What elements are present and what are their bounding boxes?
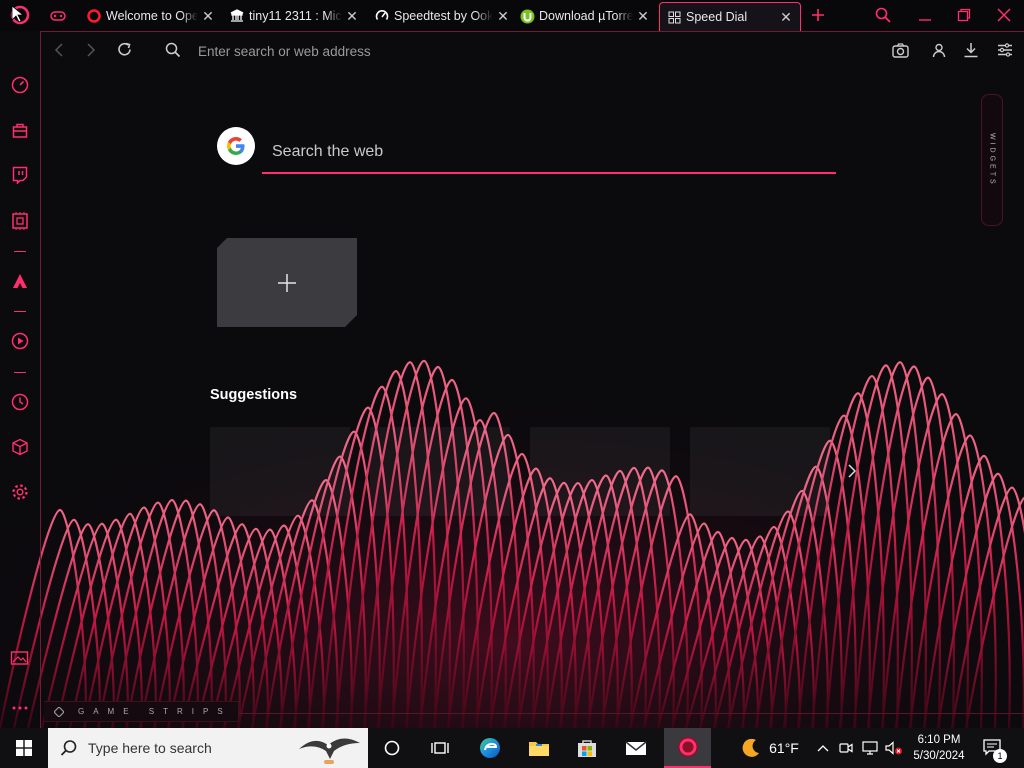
address-bar bbox=[40, 31, 1024, 69]
widgets-toggle[interactable]: WIDGETS bbox=[981, 94, 1003, 226]
game-strips-line bbox=[239, 713, 1024, 714]
weather-moon-icon bbox=[736, 728, 766, 768]
sidebar-separator bbox=[14, 311, 26, 312]
download-icon[interactable] bbox=[961, 40, 981, 60]
search-icon bbox=[163, 40, 183, 60]
archive-icon bbox=[229, 8, 245, 24]
more-icon[interactable] bbox=[9, 697, 31, 719]
close-window-icon[interactable] bbox=[990, 4, 1018, 26]
aria-icon[interactable] bbox=[9, 270, 31, 292]
reload-icon[interactable] bbox=[115, 40, 135, 60]
widgets-taskbar-icon[interactable] bbox=[420, 728, 460, 768]
clock-date: 5/30/2024 bbox=[913, 750, 965, 762]
tab-speed-dial[interactable]: Speed Dial ✕ bbox=[659, 2, 801, 31]
gamepad-icon bbox=[50, 8, 66, 24]
twitch-icon[interactable] bbox=[9, 164, 31, 186]
game-strips-icon bbox=[54, 706, 64, 717]
minimize-icon[interactable] bbox=[911, 4, 939, 26]
game-strips-toggle[interactable]: GAME STRIPS bbox=[44, 701, 239, 722]
restore-icon[interactable] bbox=[950, 4, 978, 26]
taskbar-search-input[interactable] bbox=[88, 740, 288, 756]
search-highlight-bird-icon bbox=[299, 738, 360, 764]
tab-welcome[interactable]: Welcome to Opera GX ✕ bbox=[86, 3, 216, 29]
new-tab-button[interactable] bbox=[804, 4, 832, 26]
speed-dial-icon bbox=[666, 9, 682, 25]
suggestions-next-icon[interactable] bbox=[843, 462, 861, 480]
microsoft-store-icon[interactable] bbox=[566, 728, 608, 768]
sidebar-separator bbox=[14, 251, 26, 252]
utorrent-icon bbox=[519, 8, 535, 24]
wallpaper-icon[interactable] bbox=[9, 647, 31, 669]
opera-menu-icon[interactable] bbox=[6, 4, 34, 26]
volume-muted-icon[interactable] bbox=[884, 728, 904, 768]
show-hidden-icons-chevron-icon[interactable] bbox=[815, 728, 831, 768]
game-strips-label: GAME STRIPS bbox=[78, 707, 232, 716]
suggestion-tile[interactable] bbox=[210, 427, 350, 516]
tab-bar: Welcome to Opera GX ✕ tiny11 2311 : Micr… bbox=[0, 0, 1024, 31]
clock-time: 6:10 PM bbox=[917, 734, 961, 746]
tab-tiny11[interactable]: tiny11 2311 : Microsoft ✕ bbox=[229, 3, 360, 29]
suggestion-tile[interactable] bbox=[690, 427, 830, 516]
plus-icon bbox=[277, 273, 297, 293]
edge-icon[interactable] bbox=[470, 728, 510, 768]
close-tab-icon[interactable]: ✕ bbox=[495, 8, 511, 25]
account-icon[interactable] bbox=[929, 40, 949, 60]
opera-gx-taskbar-icon[interactable] bbox=[664, 728, 711, 768]
shopping-bag-icon[interactable] bbox=[9, 119, 31, 141]
taskbar-search-box[interactable] bbox=[48, 728, 368, 768]
taskbar-clock[interactable]: 6:10 PM 5/30/2024 bbox=[905, 732, 973, 764]
player-icon[interactable] bbox=[9, 330, 31, 352]
camera-icon[interactable] bbox=[890, 40, 910, 60]
address-input[interactable] bbox=[198, 42, 598, 60]
speedtest-icon bbox=[374, 8, 390, 24]
tab-speedtest[interactable]: Speedtest by Ookla ✕ bbox=[374, 3, 511, 29]
close-tab-icon[interactable]: ✕ bbox=[344, 8, 360, 25]
mail-icon[interactable] bbox=[614, 728, 658, 768]
suggestion-tile[interactable] bbox=[370, 427, 510, 516]
opera-gx-window: Welcome to Opera GX ✕ tiny11 2311 : Micr… bbox=[0, 0, 1024, 768]
task-view-icon[interactable] bbox=[372, 728, 412, 768]
tab-gx-corner[interactable] bbox=[50, 3, 72, 29]
suggestion-tile[interactable] bbox=[530, 427, 670, 516]
weather-temperature[interactable]: 61°F bbox=[766, 728, 802, 768]
widgets-label: WIDGETS bbox=[988, 133, 996, 187]
close-tab-icon[interactable]: ✕ bbox=[778, 9, 794, 26]
tab-search-icon[interactable] bbox=[869, 4, 897, 26]
file-explorer-icon[interactable] bbox=[518, 728, 560, 768]
back-icon[interactable] bbox=[49, 40, 69, 60]
windows-taskbar: 61°F 6:10 PM 5/30/2024 1 bbox=[0, 728, 1024, 768]
suggestions-title: Suggestions bbox=[210, 387, 298, 403]
windows-logo-icon bbox=[16, 740, 32, 756]
extensions-icon[interactable] bbox=[9, 436, 31, 458]
add-speed-dial-button[interactable] bbox=[217, 238, 357, 327]
easy-setup-icon[interactable] bbox=[995, 40, 1015, 60]
search-icon bbox=[60, 740, 77, 756]
notification-count-badge: 1 bbox=[993, 749, 1007, 763]
history-icon[interactable] bbox=[9, 391, 31, 413]
close-tab-icon[interactable]: ✕ bbox=[200, 8, 216, 25]
web-search-input[interactable] bbox=[262, 132, 836, 174]
gx-control-icon[interactable] bbox=[9, 210, 31, 232]
notification-center-icon[interactable]: 1 bbox=[980, 728, 1007, 768]
opera-icon bbox=[86, 8, 102, 24]
speedometer-icon[interactable] bbox=[9, 74, 31, 96]
meet-now-icon[interactable] bbox=[838, 728, 854, 768]
network-icon[interactable] bbox=[861, 728, 879, 768]
sidebar-separator bbox=[14, 372, 26, 373]
close-tab-icon[interactable]: ✕ bbox=[635, 8, 651, 25]
start-button[interactable] bbox=[0, 728, 48, 768]
sidebar bbox=[0, 31, 40, 728]
google-logo bbox=[217, 127, 255, 165]
forward-icon[interactable] bbox=[81, 40, 101, 60]
tab-utorrent[interactable]: Download µTorrent ✕ bbox=[519, 3, 651, 29]
settings-icon[interactable] bbox=[9, 481, 31, 503]
